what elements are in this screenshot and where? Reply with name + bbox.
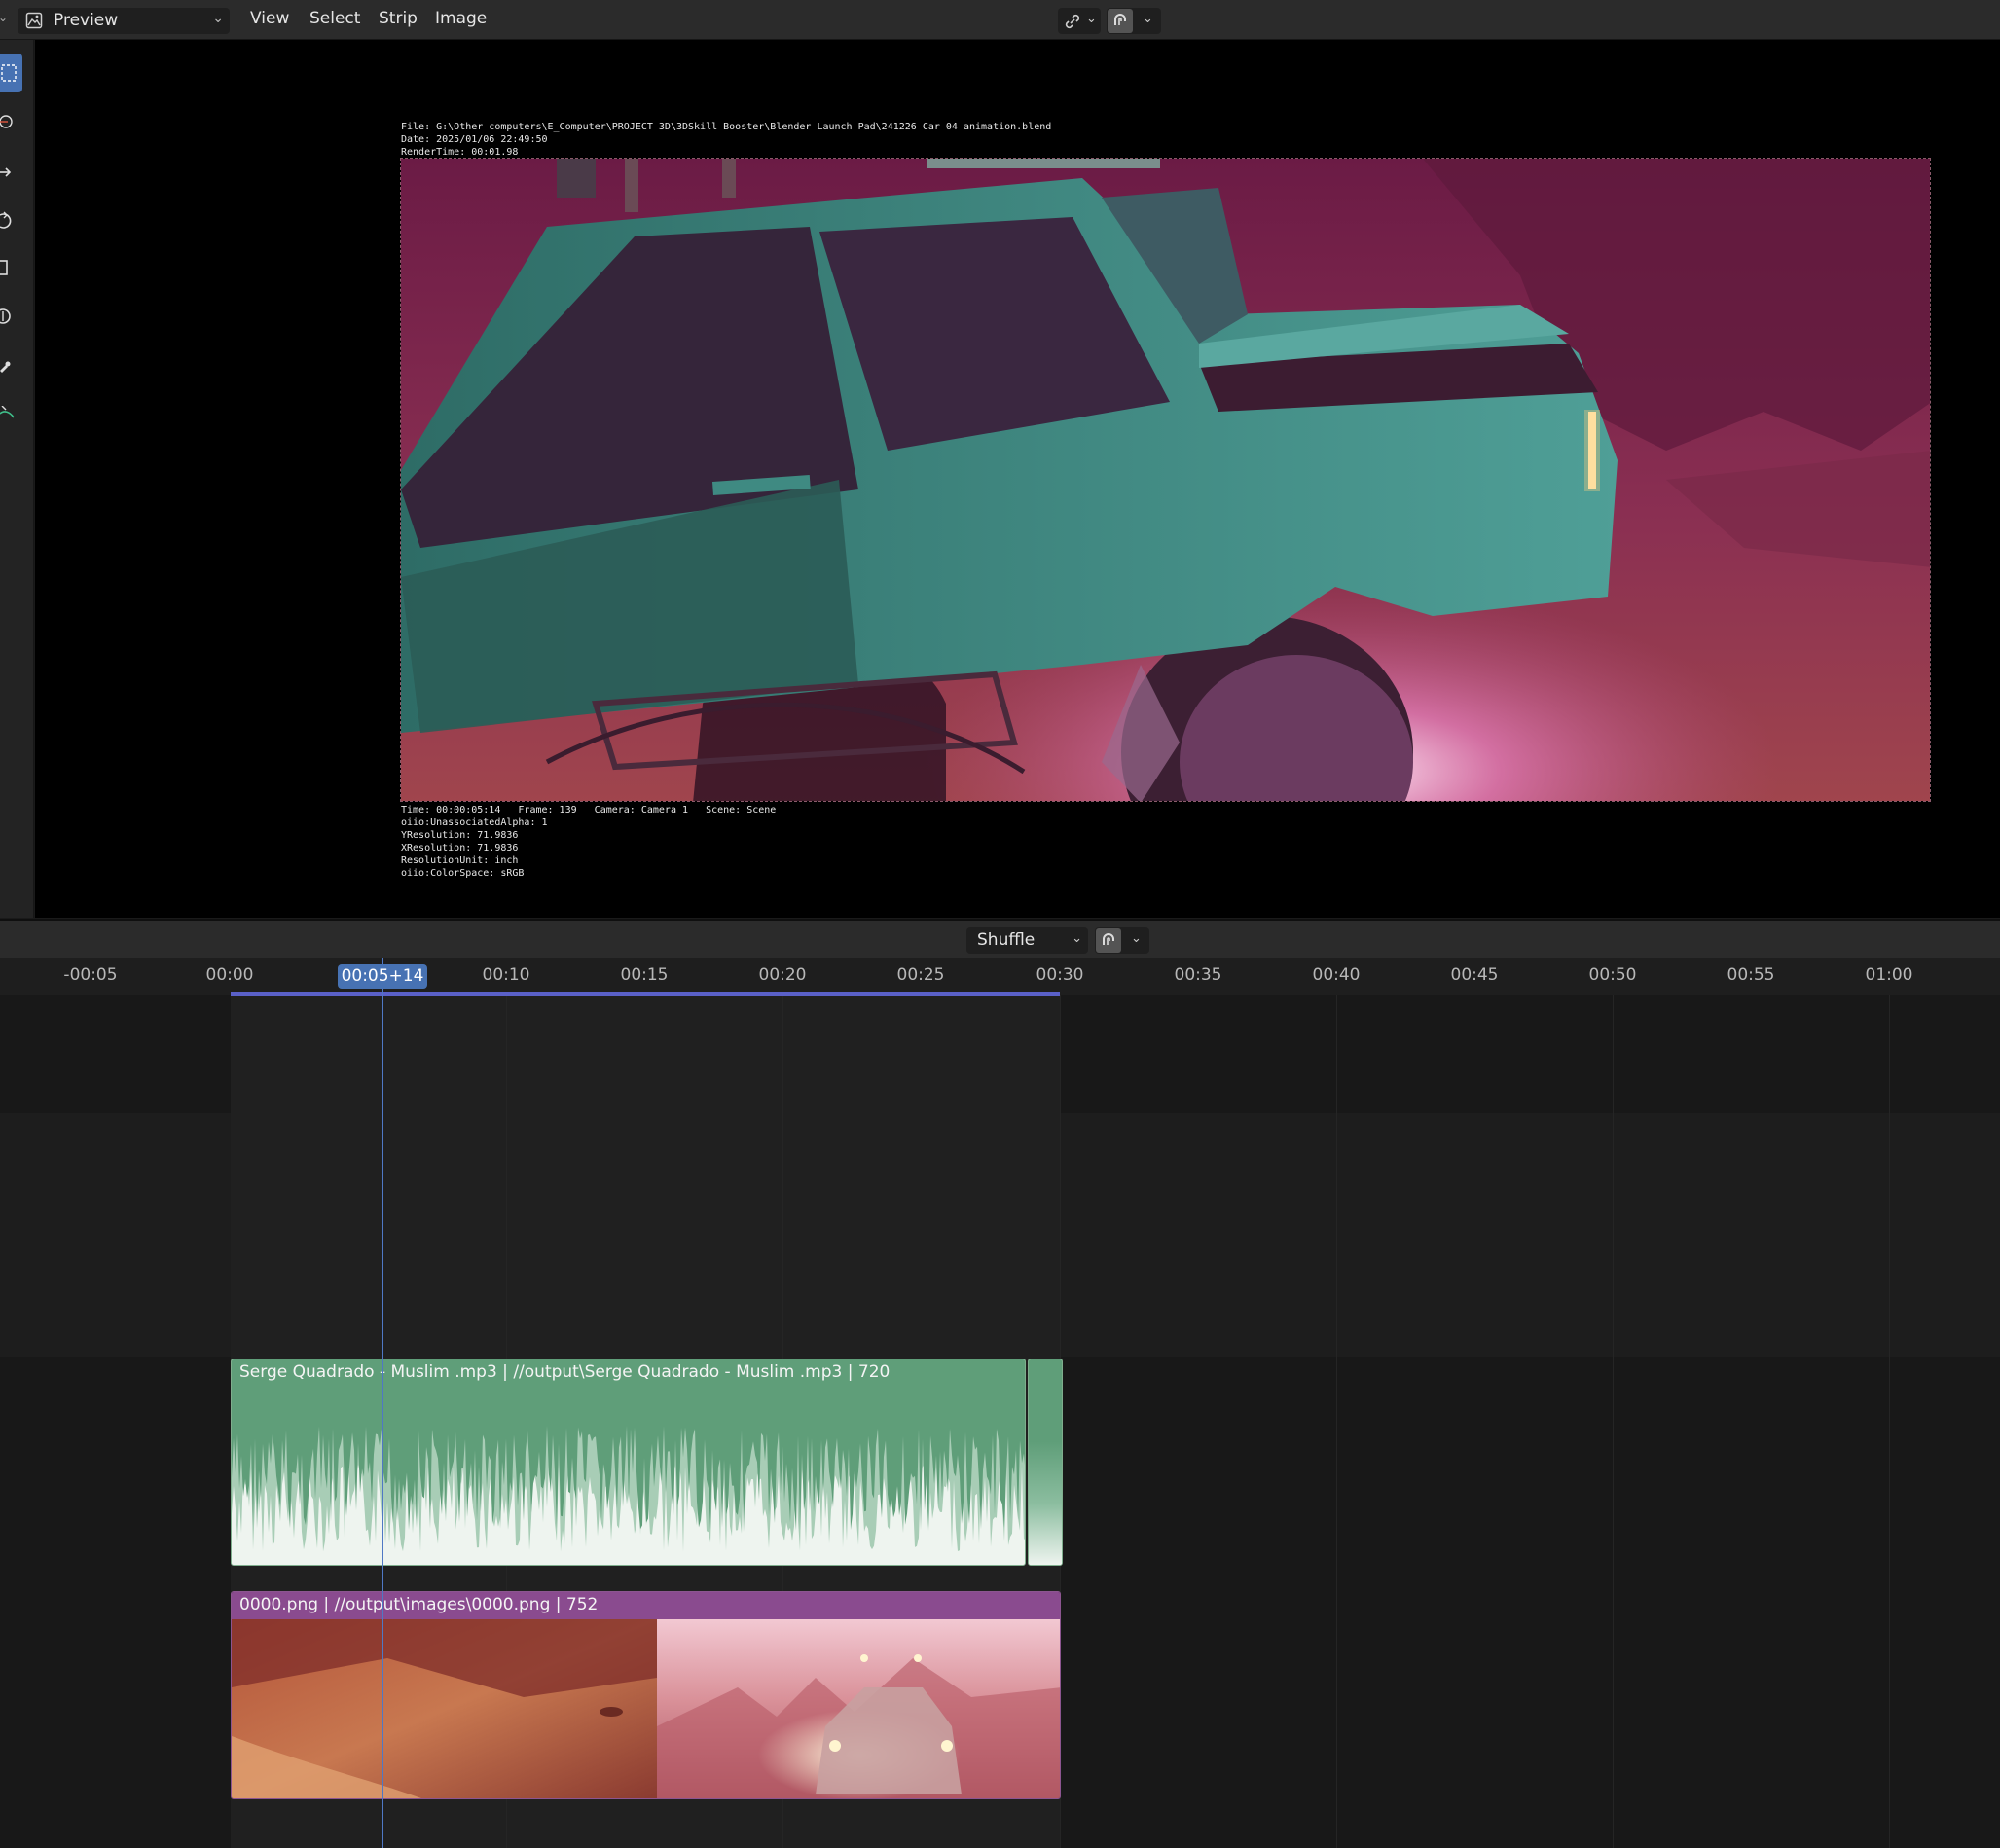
- ruler-tick: 00:30: [1036, 965, 1084, 985]
- chevron-down-icon: ⌄: [1072, 931, 1082, 946]
- audio-waveform: [232, 1387, 1025, 1565]
- audio-strip[interactable]: Serge Quadrado - Muslim .mp3 | //output\…: [231, 1359, 1026, 1566]
- chevron-down-icon: ⌄: [1143, 12, 1153, 26]
- overlap-mode-label: Shuffle: [977, 930, 1036, 950]
- tool-move[interactable]: [0, 153, 22, 192]
- menu-view[interactable]: View: [250, 9, 289, 28]
- scale-icon: [0, 260, 8, 275]
- ruler-tick: 00:55: [1727, 965, 1775, 985]
- tool-sample[interactable]: [0, 347, 22, 386]
- ruler-tick: 00:10: [482, 965, 530, 985]
- ruler-tick: 00:00: [205, 965, 254, 985]
- meta-alpha: oiio:UnassociatedAlpha: 1: [401, 817, 548, 828]
- image-strip-label: 0000.png | //output\images\0000.png | 75…: [239, 1595, 599, 1614]
- audio-strip-header: Serge Quadrado - Muslim .mp3 | //output\…: [232, 1359, 1025, 1387]
- image-strip-thumbnails: [232, 1619, 1060, 1798]
- rotate-icon: [0, 211, 12, 229]
- move-icon: [0, 167, 12, 177]
- meta-colorspace: oiio:ColorSpace: sRGB: [401, 868, 525, 879]
- snap-toggle[interactable]: [1108, 9, 1133, 33]
- tool-annotate[interactable]: [0, 396, 22, 435]
- meta-resunit: ResolutionUnit: inch: [401, 855, 519, 866]
- chevron-down-icon[interactable]: ⌄: [0, 11, 8, 24]
- metadata-top: File: G:\Other computers\E_Computer\PROJ…: [401, 121, 1051, 159]
- thumbnail-graphic: [232, 1619, 1060, 1798]
- image-strip[interactable]: 0000.png | //output\images\0000.png | 75…: [231, 1591, 1061, 1799]
- image-strip-header: 0000.png | //output\images\0000.png | 75…: [232, 1592, 1060, 1619]
- playhead-time-label[interactable]: 00:05+14: [338, 964, 427, 989]
- chevron-down-icon: ⌄: [1086, 12, 1097, 26]
- preview-header: ⌄ Preview ⌄ View Select Strip Image ⌄ ⌄: [0, 0, 2000, 40]
- audio-strip-tail[interactable]: [1028, 1359, 1063, 1566]
- grid-line: [1889, 995, 1890, 1848]
- meta-date: Date: 2025/01/06 22:49:50: [401, 134, 548, 145]
- time-ruler[interactable]: -00:05 00:00 00:10 00:15 00:20 00:25 00:…: [0, 958, 2000, 995]
- timeline-snap-dropdown[interactable]: ⌄: [1095, 927, 1149, 954]
- annotate-icon: [0, 406, 15, 418]
- meta-yres: YResolution: 71.9836: [401, 830, 519, 841]
- meta-xres: XResolution: 71.9836: [401, 843, 519, 853]
- link-dropdown[interactable]: ⌄: [1058, 8, 1101, 34]
- chevron-down-icon: ⌄: [212, 11, 224, 26]
- render-image: [400, 158, 1931, 802]
- ruler-tick: 01:00: [1865, 965, 1913, 985]
- ruler-tick: 00:35: [1174, 965, 1222, 985]
- cursor-icon: [0, 115, 13, 128]
- sample-icon: [0, 361, 11, 373]
- snap-dropdown[interactable]: ⌄: [1107, 8, 1161, 34]
- meta-time-frame: Time: 00:00:05:14 Frame: 139 Camera: Cam…: [401, 805, 777, 815]
- chevron-down-icon: ⌄: [1131, 931, 1142, 946]
- ruler-tick: -00:05: [63, 965, 118, 985]
- audio-strip-label: Serge Quadrado - Muslim .mp3 | //output\…: [239, 1362, 891, 1382]
- meta-file: File: G:\Other computers\E_Computer\PROJ…: [401, 122, 1052, 132]
- tool-cursor[interactable]: [0, 102, 22, 141]
- tool-shelf: [0, 40, 34, 918]
- timeline-snap-toggle[interactable]: [1096, 928, 1121, 953]
- menu-strip[interactable]: Strip: [379, 9, 418, 28]
- ruler-tick: 00:50: [1588, 965, 1637, 985]
- snap-magnet-icon: [1114, 14, 1126, 25]
- image-editor-icon: [25, 12, 43, 29]
- playhead-time: 00:05+14: [341, 966, 424, 986]
- grid-line: [1613, 995, 1614, 1848]
- link-icon: [1065, 14, 1080, 29]
- preview-range-bar: [231, 992, 1060, 996]
- tool-scale[interactable]: [0, 248, 22, 287]
- snap-magnet-icon: [1103, 933, 1114, 945]
- ruler-tick: 00:40: [1312, 965, 1361, 985]
- waveform-graphic: [232, 1387, 1025, 1565]
- transform-icon: [0, 308, 11, 324]
- editor-type-label: Preview: [54, 11, 119, 30]
- tool-transform[interactable]: [0, 297, 22, 336]
- metadata-bottom: Time: 00:00:05:14 Frame: 139 Camera: Cam…: [401, 804, 776, 880]
- playhead-line[interactable]: [382, 958, 383, 1848]
- ruler-tick: 00:25: [896, 965, 945, 985]
- editor-type-select[interactable]: Preview ⌄: [18, 8, 230, 34]
- tool-select-box[interactable]: [0, 54, 22, 92]
- menu-image[interactable]: Image: [435, 9, 487, 28]
- tool-rotate[interactable]: [0, 201, 22, 240]
- select-box-icon: [1, 64, 17, 82]
- ruler-tick: 00:45: [1450, 965, 1499, 985]
- grid-line: [1336, 995, 1337, 1848]
- ruler-tick: 00:20: [758, 965, 807, 985]
- overlap-mode-select[interactable]: Shuffle ⌄: [966, 927, 1088, 954]
- audio-waveform: [1029, 1359, 1062, 1565]
- car-render-illustration: [401, 159, 1930, 801]
- menu-select[interactable]: Select: [309, 9, 360, 28]
- ruler-tick: 00:15: [620, 965, 669, 985]
